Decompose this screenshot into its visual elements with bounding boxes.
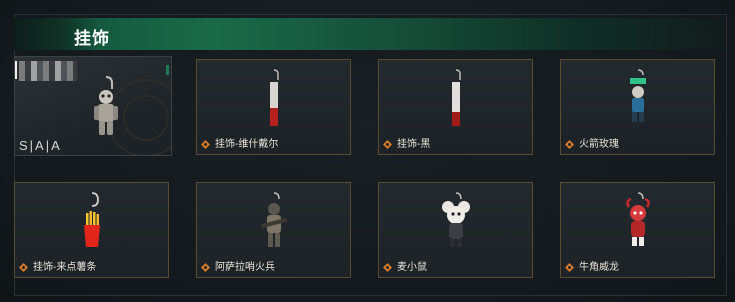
sword-charm-icon [451,69,461,126]
horn-dragon-charm-icon [625,192,650,246]
skeleton-charm-icon [94,76,118,135]
charm-card[interactable]: 火箭玫瑰 [560,59,715,155]
selected-indicator [15,61,17,79]
rarity-diamond-icon [383,263,392,272]
card-label: 火箭玫瑰 [579,139,619,150]
mouse-charm-icon [441,192,470,247]
charm-card[interactable]: 挂饰-维什戴尔 [196,59,351,155]
rarity-diamond-icon [565,263,574,272]
grade-tag: S|A|A [19,138,62,153]
card-label: 麦小鼠 [397,262,427,273]
status-mark [166,65,169,75]
section-title: 挂饰 [74,29,110,48]
rarity-diamond-icon [383,140,392,149]
charm-card[interactable]: 牛角威龙 [560,182,715,278]
card-label: 牛角威龙 [579,262,619,273]
header-accent [14,18,66,50]
blurred-name [19,61,77,81]
rocket-rose-charm-icon [629,69,646,122]
soldier-charm-icon [260,192,287,247]
charm-card[interactable]: 麦小鼠 [378,182,533,278]
rarity-diamond-icon [201,263,210,272]
rarity-diamond-icon [19,263,28,272]
card-label: 挂饰-来点薯条 [33,262,97,273]
rarity-diamond-icon [201,140,210,149]
section-header: 挂饰 [14,18,725,50]
sword-charm-icon [269,69,279,126]
card-label: 阿萨拉哨火兵 [215,262,275,273]
charm-card[interactable]: 挂饰-黑 [378,59,533,155]
fries-charm-icon [83,192,100,247]
charm-card[interactable]: 阿萨拉哨火兵 [196,182,351,278]
rarity-diamond-icon [565,140,574,149]
charm-card[interactable]: 挂饰-来点薯条 [14,182,169,278]
card-label: 挂饰-黑 [397,139,431,150]
card-label: 挂饰-维什戴尔 [215,139,279,150]
featured-slot[interactable]: S|A|A [14,56,172,156]
